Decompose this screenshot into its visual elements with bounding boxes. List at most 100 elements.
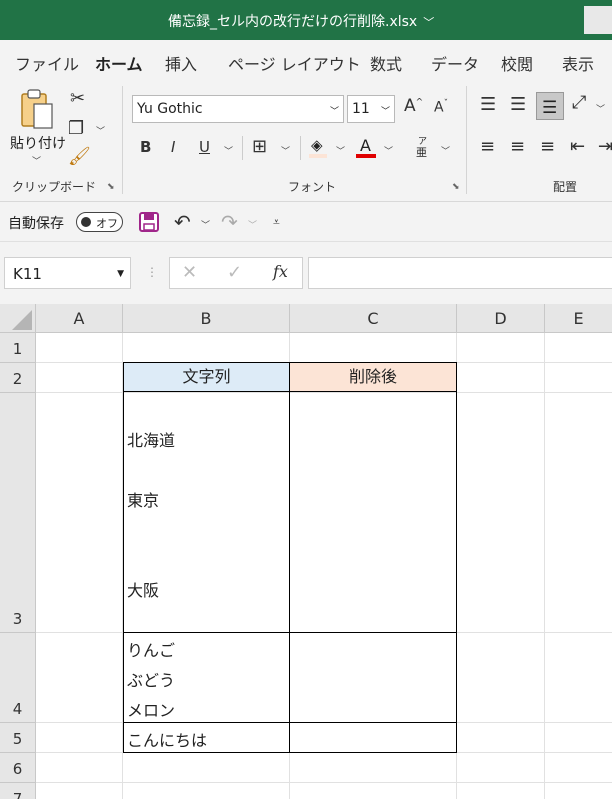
row-number: 3 bbox=[12, 610, 23, 628]
cancel-icon[interactable]: ✕ bbox=[182, 264, 197, 282]
row-header-3[interactable]: 3 bbox=[0, 393, 36, 633]
align-bottom-icon: ☰ bbox=[542, 98, 558, 118]
chevron-down-icon: ﹀ bbox=[32, 157, 42, 167]
cell-text: 大阪 bbox=[127, 581, 160, 600]
gridline bbox=[36, 782, 612, 783]
redo-icon[interactable]: ↷ bbox=[221, 212, 238, 232]
chevron-down-icon[interactable]: ﹀ bbox=[281, 144, 290, 157]
chevron-down-icon: ﹀ bbox=[380, 107, 390, 117]
italic-button[interactable]: I bbox=[171, 140, 175, 155]
row-header-2[interactable]: 2 bbox=[0, 363, 36, 393]
tab-review[interactable]: 校閲 bbox=[501, 51, 533, 75]
undo-icon[interactable]: ↶ bbox=[174, 212, 191, 232]
bold-button[interactable]: B bbox=[140, 140, 151, 155]
paint-bucket-icon: ◈ bbox=[311, 136, 323, 154]
tab-page-layout[interactable]: ページ レイアウト bbox=[228, 51, 361, 75]
chevron-down-icon[interactable]: ﹀ bbox=[336, 144, 345, 157]
gridline bbox=[544, 333, 545, 799]
cut-icon[interactable]: ✂ bbox=[70, 90, 85, 108]
autosave-toggle[interactable]: オフ bbox=[76, 212, 123, 232]
customize-qat-icon[interactable]: ⩡ bbox=[273, 216, 280, 228]
dialog-launcher-icon[interactable]: ⬊ bbox=[452, 182, 460, 192]
font-name-value: Yu Gothic bbox=[137, 101, 203, 117]
tab-formulas[interactable]: 数式 bbox=[370, 51, 402, 75]
cell-c2[interactable]: 削除後 bbox=[289, 362, 457, 392]
align-bottom-button[interactable]: ☰ bbox=[536, 92, 564, 120]
fill-color-bar bbox=[309, 154, 327, 158]
enter-icon[interactable]: ✓ bbox=[227, 264, 242, 282]
chevron-down-icon[interactable]: ﹀ bbox=[224, 144, 233, 157]
row-header-4[interactable]: 4 bbox=[0, 633, 36, 723]
column-header-c[interactable]: C bbox=[290, 304, 457, 333]
chevron-down-icon[interactable]: ﹀ bbox=[248, 218, 257, 231]
tab-home[interactable]: ホーム bbox=[95, 51, 143, 84]
column-header-e[interactable]: E bbox=[545, 304, 612, 333]
formula-bar-area: K11 ▼ ⋮ ✕ ✓ fx bbox=[0, 242, 612, 304]
dialog-launcher-icon[interactable]: ⬊ bbox=[107, 182, 115, 192]
font-color-button[interactable]: A bbox=[356, 136, 376, 158]
align-middle-icon[interactable]: ☰ bbox=[510, 96, 526, 114]
chevron-down-icon[interactable]: ﹀ bbox=[441, 144, 450, 157]
paste-button[interactable]: 貼り付け ﹀ bbox=[8, 86, 66, 167]
font-size-select[interactable]: 11 ﹀ bbox=[347, 95, 395, 123]
column-header-a[interactable]: A bbox=[36, 304, 123, 333]
decrease-indent-icon[interactable]: ⇤ bbox=[570, 138, 585, 156]
drag-handle-icon[interactable]: ⋮ bbox=[146, 266, 158, 278]
cell-c5[interactable] bbox=[289, 722, 457, 753]
chevron-down-icon[interactable]: ﹀ bbox=[596, 102, 605, 115]
spreadsheet-grid: A B C D E 1 2 3 4 5 6 7 文字列 削除後 北海道 東京 大… bbox=[0, 304, 612, 799]
save-icon[interactable] bbox=[139, 212, 159, 232]
tab-view[interactable]: 表示 bbox=[562, 51, 594, 75]
cell-b2[interactable]: 文字列 bbox=[123, 362, 290, 392]
cell-c4[interactable] bbox=[289, 632, 457, 723]
increase-font-icon[interactable]: A^ bbox=[404, 98, 423, 115]
tab-insert[interactable]: 挿入 bbox=[165, 51, 197, 75]
window-control-button[interactable] bbox=[584, 6, 612, 34]
row-number: 4 bbox=[12, 700, 23, 718]
row-header-7[interactable]: 7 bbox=[0, 783, 36, 799]
cell-c3[interactable] bbox=[289, 391, 457, 633]
chevron-down-icon[interactable]: ﹀ bbox=[201, 218, 210, 231]
align-left-icon[interactable]: ≡ bbox=[480, 138, 495, 156]
font-name-select[interactable]: Yu Gothic ﹀ bbox=[132, 95, 344, 123]
tab-data[interactable]: データ bbox=[431, 51, 479, 75]
row-header-5[interactable]: 5 bbox=[0, 723, 36, 753]
chevron-down-icon: ▼ bbox=[117, 269, 124, 279]
column-header-b[interactable]: B bbox=[123, 304, 290, 333]
formula-input[interactable] bbox=[308, 257, 612, 289]
fill-color-button[interactable]: ◈ bbox=[309, 136, 329, 158]
decrease-font-icon[interactable]: Aˇ bbox=[434, 100, 448, 115]
cell-text: こんにちは bbox=[127, 731, 208, 750]
ribbon: 貼り付け ﹀ ✂ ❐ ﹀ 🖌 クリップボード ⬊ Yu Gothic ﹀ 11 … bbox=[0, 80, 612, 202]
orientation-icon[interactable]: ⤢ bbox=[572, 94, 586, 112]
name-box[interactable]: K11 ▼ bbox=[4, 257, 131, 289]
ribbon-tabs: ファイル ホーム 挿入 ページ レイアウト 数式 データ 校閲 表示 bbox=[0, 40, 612, 84]
column-header-d[interactable]: D bbox=[457, 304, 545, 333]
cell-text: メロン bbox=[127, 701, 176, 720]
chevron-down-icon[interactable]: ﹀ bbox=[384, 144, 393, 157]
select-all-button[interactable] bbox=[0, 304, 36, 333]
increase-indent-icon[interactable]: ⇥ bbox=[598, 138, 612, 156]
select-all-icon bbox=[12, 310, 32, 330]
paste-icon bbox=[21, 89, 53, 129]
align-center-icon[interactable]: ≡ bbox=[510, 138, 525, 156]
cell-text: 東京 bbox=[127, 491, 160, 510]
row-header-1[interactable]: 1 bbox=[0, 333, 36, 363]
font-color-bar bbox=[356, 154, 376, 158]
insert-function-icon[interactable]: fx bbox=[273, 264, 288, 280]
window-title-text: 備忘録_セル内の改行だけの行削除.xlsx bbox=[168, 14, 418, 30]
underline-button[interactable]: U bbox=[199, 140, 210, 155]
format-painter-icon[interactable]: 🖌 bbox=[68, 148, 91, 166]
vsep-font2 bbox=[300, 136, 301, 160]
copy-icon[interactable]: ❐ bbox=[68, 120, 84, 138]
borders-icon[interactable]: ⊞ bbox=[252, 138, 267, 156]
window-title[interactable]: 備忘録_セル内の改行だけの行削除.xlsx ﹀ bbox=[168, 11, 434, 31]
align-top-icon[interactable]: ☰ bbox=[480, 96, 496, 114]
chevron-down-icon[interactable]: ﹀ bbox=[96, 124, 105, 137]
align-right-icon[interactable]: ≡ bbox=[540, 138, 555, 156]
phonetic-button[interactable]: ア 亜 bbox=[412, 134, 434, 162]
row-number: 7 bbox=[12, 790, 23, 799]
tab-file[interactable]: ファイル bbox=[15, 51, 79, 75]
chevron-down-icon: ﹀ bbox=[423, 16, 435, 29]
row-header-6[interactable]: 6 bbox=[0, 753, 36, 783]
